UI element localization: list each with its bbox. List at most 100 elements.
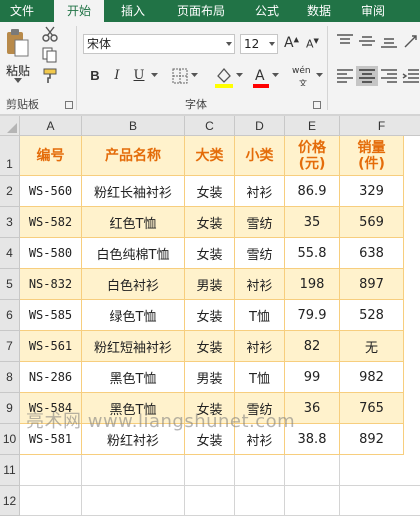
select-all-button[interactable] xyxy=(0,116,20,136)
table-cell[interactable]: 892 xyxy=(340,424,404,455)
table-cell[interactable]: 55.8 xyxy=(285,238,340,269)
table-cell[interactable]: 638 xyxy=(340,238,404,269)
table-header-cell[interactable]: 大类 xyxy=(185,136,235,176)
table-cell[interactable]: 雪纺 xyxy=(235,238,285,269)
font-family-select[interactable]: 宋体 xyxy=(83,34,235,54)
table-cell[interactable]: T恤 xyxy=(235,362,285,393)
table-cell[interactable]: 雪纺 xyxy=(235,207,285,238)
table-cell[interactable]: 男装 xyxy=(185,269,235,300)
align-left-icon[interactable] xyxy=(336,69,354,83)
table-cell[interactable]: WS-585 xyxy=(20,300,82,331)
table-cell[interactable]: 765 xyxy=(340,393,404,424)
table-header-cell[interactable]: 编号 xyxy=(20,136,82,176)
align-middle-icon[interactable] xyxy=(358,34,376,48)
table-cell[interactable]: 36 xyxy=(285,393,340,424)
table-cell[interactable]: WS-580 xyxy=(20,238,82,269)
empty-cell[interactable] xyxy=(235,455,285,486)
table-header-cell[interactable]: 价格 (元) xyxy=(285,136,340,176)
paste-dropdown-icon[interactable] xyxy=(14,78,22,84)
phonetic-guide-icon[interactable]: wén xyxy=(292,66,311,76)
underline-dropdown-icon[interactable] xyxy=(151,73,158,78)
table-cell[interactable]: 衬衫 xyxy=(235,424,285,455)
table-cell[interactable]: WS-582 xyxy=(20,207,82,238)
row-header-5[interactable]: 5 xyxy=(0,269,20,300)
table-cell[interactable]: 女装 xyxy=(185,331,235,362)
table-cell[interactable]: 粉红短袖衬衫 xyxy=(82,331,185,362)
font-color-icon[interactable]: A xyxy=(252,66,270,88)
empty-cell[interactable] xyxy=(185,486,235,516)
paste-icon[interactable] xyxy=(4,28,30,58)
table-cell[interactable]: WS-560 xyxy=(20,176,82,207)
orientation-icon[interactable] xyxy=(402,32,420,50)
column-header-c[interactable]: C xyxy=(185,116,235,136)
cut-icon[interactable] xyxy=(42,26,58,42)
row-header-7[interactable]: 7 xyxy=(0,331,20,362)
table-cell[interactable]: 82 xyxy=(285,331,340,362)
empty-cell[interactable] xyxy=(20,486,82,516)
column-header-b[interactable]: B xyxy=(82,116,185,136)
font-color-dropdown-icon[interactable] xyxy=(272,73,279,78)
underline-button[interactable]: U xyxy=(130,66,148,86)
tab-formulas[interactable]: 公式 xyxy=(244,0,290,22)
table-cell[interactable]: WS-581 xyxy=(20,424,82,455)
table-cell[interactable]: 女装 xyxy=(185,176,235,207)
empty-cell[interactable] xyxy=(20,455,82,486)
table-cell[interactable]: 红色T恤 xyxy=(82,207,185,238)
table-header-cell[interactable]: 小类 xyxy=(235,136,285,176)
table-cell[interactable]: 绿色T恤 xyxy=(82,300,185,331)
row-header-9[interactable]: 9 xyxy=(0,393,20,424)
decrease-indent-icon[interactable] xyxy=(402,69,420,83)
italic-button[interactable]: I xyxy=(108,66,126,86)
table-cell[interactable]: 雪纺 xyxy=(235,393,285,424)
font-dialog-launcher[interactable] xyxy=(313,101,321,109)
table-cell[interactable]: 男装 xyxy=(185,362,235,393)
table-cell[interactable]: 女装 xyxy=(185,424,235,455)
empty-cell[interactable] xyxy=(340,486,420,516)
row-header-2[interactable]: 2 xyxy=(0,176,20,207)
table-cell[interactable]: 528 xyxy=(340,300,404,331)
table-cell[interactable]: 99 xyxy=(285,362,340,393)
table-cell[interactable]: 黑色T恤 xyxy=(82,362,185,393)
table-cell[interactable]: 黑色T恤 xyxy=(82,393,185,424)
align-bottom-icon[interactable] xyxy=(380,34,398,48)
table-cell[interactable]: 569 xyxy=(340,207,404,238)
empty-cell[interactable] xyxy=(340,455,420,486)
row-header-3[interactable]: 3 xyxy=(0,207,20,238)
borders-dropdown-icon[interactable] xyxy=(191,73,198,78)
paste-label[interactable]: 粘贴 xyxy=(6,62,30,79)
table-cell[interactable]: 衬衫 xyxy=(235,269,285,300)
empty-cell[interactable] xyxy=(285,486,340,516)
table-cell[interactable]: 79.9 xyxy=(285,300,340,331)
table-cell[interactable]: 白色纯棉T恤 xyxy=(82,238,185,269)
phonetic-dropdown-icon[interactable] xyxy=(316,73,323,78)
increase-font-size-icon[interactable]: A▲ xyxy=(284,35,299,51)
column-header-e[interactable]: E xyxy=(285,116,340,136)
fill-color-icon[interactable] xyxy=(214,66,234,88)
tab-review[interactable]: 审阅 xyxy=(350,0,396,22)
column-header-d[interactable]: D xyxy=(235,116,285,136)
copy-icon[interactable] xyxy=(42,47,58,63)
tab-file[interactable]: 文件 xyxy=(0,0,44,22)
table-cell[interactable]: NS-832 xyxy=(20,269,82,300)
table-cell[interactable]: 女装 xyxy=(185,238,235,269)
font-size-select[interactable]: 12 xyxy=(240,34,278,54)
format-painter-icon[interactable] xyxy=(42,68,60,84)
column-header-f[interactable]: F xyxy=(340,116,420,136)
fill-color-dropdown-icon[interactable] xyxy=(236,73,243,78)
empty-cell[interactable] xyxy=(235,486,285,516)
row-header-11[interactable]: 11 xyxy=(0,455,20,486)
row-header-6[interactable]: 6 xyxy=(0,300,20,331)
table-cell[interactable]: WS-561 xyxy=(20,331,82,362)
row-header-1[interactable]: 1 xyxy=(0,136,20,176)
row-header-10[interactable]: 10 xyxy=(0,424,20,455)
table-cell[interactable]: 329 xyxy=(340,176,404,207)
empty-cell[interactable] xyxy=(82,455,185,486)
row-header-8[interactable]: 8 xyxy=(0,362,20,393)
table-header-cell[interactable]: 销量 (件) xyxy=(340,136,404,176)
row-header-4[interactable]: 4 xyxy=(0,238,20,269)
table-cell[interactable]: 无 xyxy=(340,331,404,362)
table-cell[interactable]: WS-584 xyxy=(20,393,82,424)
table-cell[interactable]: 粉红衬衫 xyxy=(82,424,185,455)
empty-cell[interactable] xyxy=(82,486,185,516)
decrease-font-size-icon[interactable]: A▼ xyxy=(306,37,319,51)
